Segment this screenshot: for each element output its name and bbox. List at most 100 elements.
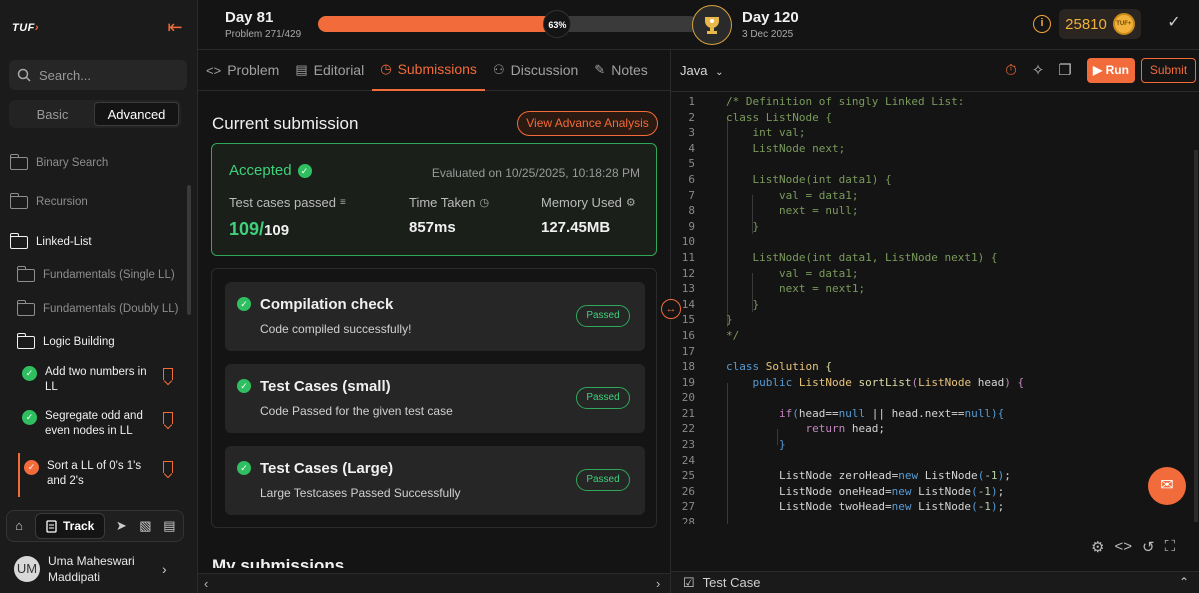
- code-line: 25 ListNode zeroHead=new ListNode(-1);: [681, 469, 1011, 483]
- people-icon: ⚇: [492, 62, 505, 77]
- status-badge: Accepted ✓: [229, 162, 312, 179]
- chevron-left-icon[interactable]: ‹: [204, 576, 208, 591]
- search-box[interactable]: [9, 60, 187, 90]
- stat-memory: Memory Used ⚙ 127.45MB: [541, 195, 636, 236]
- code-line: 15}: [681, 313, 733, 327]
- code-line: 26 ListNode oneHead=new ListNode(-1);: [681, 484, 1005, 498]
- check-card-small: ✓ Test Cases (small) Code Passed for the…: [225, 364, 645, 433]
- current-day: Day 81 Problem 271/429: [225, 9, 301, 40]
- stat-label: Test cases passed ≡: [229, 195, 346, 210]
- send-icon[interactable]: ➤: [113, 518, 129, 534]
- tab-submissions[interactable]: ◷ Submissions: [372, 50, 485, 91]
- settings-icon[interactable]: ⚙: [1091, 538, 1104, 556]
- coin-icon: TUF+: [1112, 13, 1135, 35]
- bookmark-icon[interactable]: [163, 368, 173, 380]
- code-line: 13 next = next1;: [681, 282, 866, 296]
- tab-problem[interactable]: <> Problem: [198, 50, 287, 91]
- sidebar-scrollbar[interactable]: [187, 185, 191, 315]
- folder-icon: [17, 265, 35, 282]
- memory-label: Memory Used: [541, 195, 622, 210]
- nav-item-label: Binary Search: [36, 157, 109, 169]
- chevron-down-icon: ⌄: [715, 67, 724, 78]
- solved-check-icon: ✓: [22, 410, 37, 425]
- problem-label: Sort a LL of 0's 1's and 2's: [47, 460, 142, 487]
- time-value: 857ms: [409, 219, 456, 236]
- code-line: 27 ListNode twoHead=new ListNode(-1);: [681, 500, 1005, 514]
- nav-item-linked-list[interactable]: Linked-List: [10, 232, 92, 252]
- chat-icon[interactable]: ✉: [1148, 467, 1186, 505]
- code-line: 4 ListNode next;: [688, 141, 846, 155]
- track-button[interactable]: Track: [35, 513, 106, 539]
- sidebar-bottom-bar: ⌂ Track ➤ ▧ ▤: [6, 510, 184, 542]
- check-title: Test Cases (small): [260, 378, 391, 395]
- nav-item-binary-search[interactable]: Binary Search: [10, 153, 108, 173]
- passed-badge: Passed: [576, 469, 630, 491]
- tab-notes[interactable]: ✎ Notes: [586, 50, 655, 91]
- coins-badge[interactable]: 25810 TUF+: [1059, 9, 1141, 39]
- nav-item-fundamentals-single[interactable]: Fundamentals (Single LL): [17, 265, 175, 285]
- problem-label: Add two numbers in LL: [45, 366, 147, 393]
- chevron-up-icon[interactable]: ⌃: [1179, 575, 1189, 589]
- problem-item-sort-012[interactable]: ✓ Sort a LL of 0's 1's and 2's: [24, 459, 160, 489]
- resize-handle-icon[interactable]: ↔: [661, 299, 681, 319]
- tab-label: Problem: [227, 62, 280, 78]
- notebook-icon[interactable]: ▤: [161, 518, 177, 534]
- tab-editorial[interactable]: ▤ Editorial: [287, 50, 372, 91]
- mode-basic[interactable]: Basic: [11, 102, 94, 126]
- nav-item-recursion[interactable]: Recursion: [10, 192, 88, 212]
- editor-scrollbar[interactable]: [1194, 150, 1198, 522]
- code-icon: <>: [206, 62, 222, 78]
- current-check-icon: ✓: [24, 460, 39, 475]
- magic-wand-icon[interactable]: ✧: [1029, 62, 1047, 80]
- code-line: 20: [681, 391, 695, 405]
- passed-badge: Passed: [576, 305, 630, 327]
- check-title: Compilation check: [260, 296, 394, 313]
- timer-icon[interactable]: ⏱: [1002, 62, 1020, 80]
- history-icon[interactable]: ↺: [1142, 538, 1155, 556]
- code-area[interactable]: 1/* Definition of singly Linked List: 2c…: [671, 94, 1199, 524]
- bookmark-icon[interactable]: [163, 412, 173, 424]
- language-label: Java: [680, 63, 708, 78]
- user-profile[interactable]: UM Uma Maheswari Maddipati: [14, 553, 148, 585]
- view-advance-analysis-button[interactable]: View Advance Analysis: [517, 111, 658, 136]
- folder-open-icon: [17, 332, 35, 349]
- track-label: Track: [63, 519, 95, 533]
- submit-button[interactable]: Submit: [1141, 58, 1196, 83]
- search-input[interactable]: [39, 67, 169, 83]
- collapse-sidebar-icon[interactable]: ⇤: [164, 16, 186, 38]
- problem-item-segregate-odd-even[interactable]: ✓ Segregate odd and even nodes in LL: [22, 409, 152, 439]
- list-check-icon: ≡: [339, 197, 346, 208]
- bookmark-icon[interactable]: [163, 461, 173, 473]
- chevron-right-icon[interactable]: ›: [656, 576, 660, 591]
- stat-label: Time Taken ◷: [409, 195, 489, 210]
- tab-label: Discussion: [510, 62, 579, 78]
- mode-advanced[interactable]: Advanced: [94, 102, 179, 126]
- nav-item-fundamentals-doubly[interactable]: Fundamentals (Doubly LL): [17, 299, 179, 319]
- copy-icon[interactable]: ❐: [1056, 62, 1074, 80]
- code-line: 28: [681, 516, 695, 524]
- submission-panel: <> Problem ▤ Editorial ◷ Submissions ⚇ D…: [198, 50, 670, 593]
- code-icon[interactable]: <>: [1114, 538, 1132, 556]
- code-line: 21 if(head==null || head.next==null){: [681, 406, 1005, 420]
- info-icon[interactable]: i: [1033, 15, 1051, 33]
- clock-icon: ◷: [479, 197, 490, 209]
- clock-icon: ◷: [380, 61, 392, 76]
- chevron-right-icon[interactable]: ›: [162, 561, 167, 577]
- tuf-logo[interactable]: TUF›: [12, 22, 39, 34]
- language-select[interactable]: Java ⌄: [680, 63, 723, 78]
- code-line: 7 val = data1;: [688, 188, 859, 202]
- code-editor: Java ⌄ ⏱ ✧ ❐ ▶ Run Submit 1/* Definition…: [671, 50, 1199, 593]
- checkbox-icon: ☑: [683, 574, 695, 590]
- progress-percent: 63%: [543, 10, 572, 38]
- test-case-bar[interactable]: ☑ Test Case ⌃: [671, 571, 1199, 593]
- check-badge-icon[interactable]: ✓: [1164, 13, 1184, 33]
- home-icon[interactable]: ⌂: [11, 518, 27, 534]
- document-icon: [46, 519, 57, 533]
- nav-item-logic-building[interactable]: Logic Building: [17, 332, 115, 352]
- tab-discussion[interactable]: ⚇ Discussion: [485, 50, 586, 91]
- problem-item-add-two-numbers[interactable]: ✓ Add two numbers in LL: [22, 365, 152, 395]
- check-subtitle: Code compiled successfully!: [260, 322, 412, 336]
- run-button[interactable]: ▶ Run: [1087, 58, 1135, 83]
- fullscreen-icon[interactable]: ⛶: [1165, 538, 1176, 556]
- sheet-icon[interactable]: ▧: [137, 518, 153, 534]
